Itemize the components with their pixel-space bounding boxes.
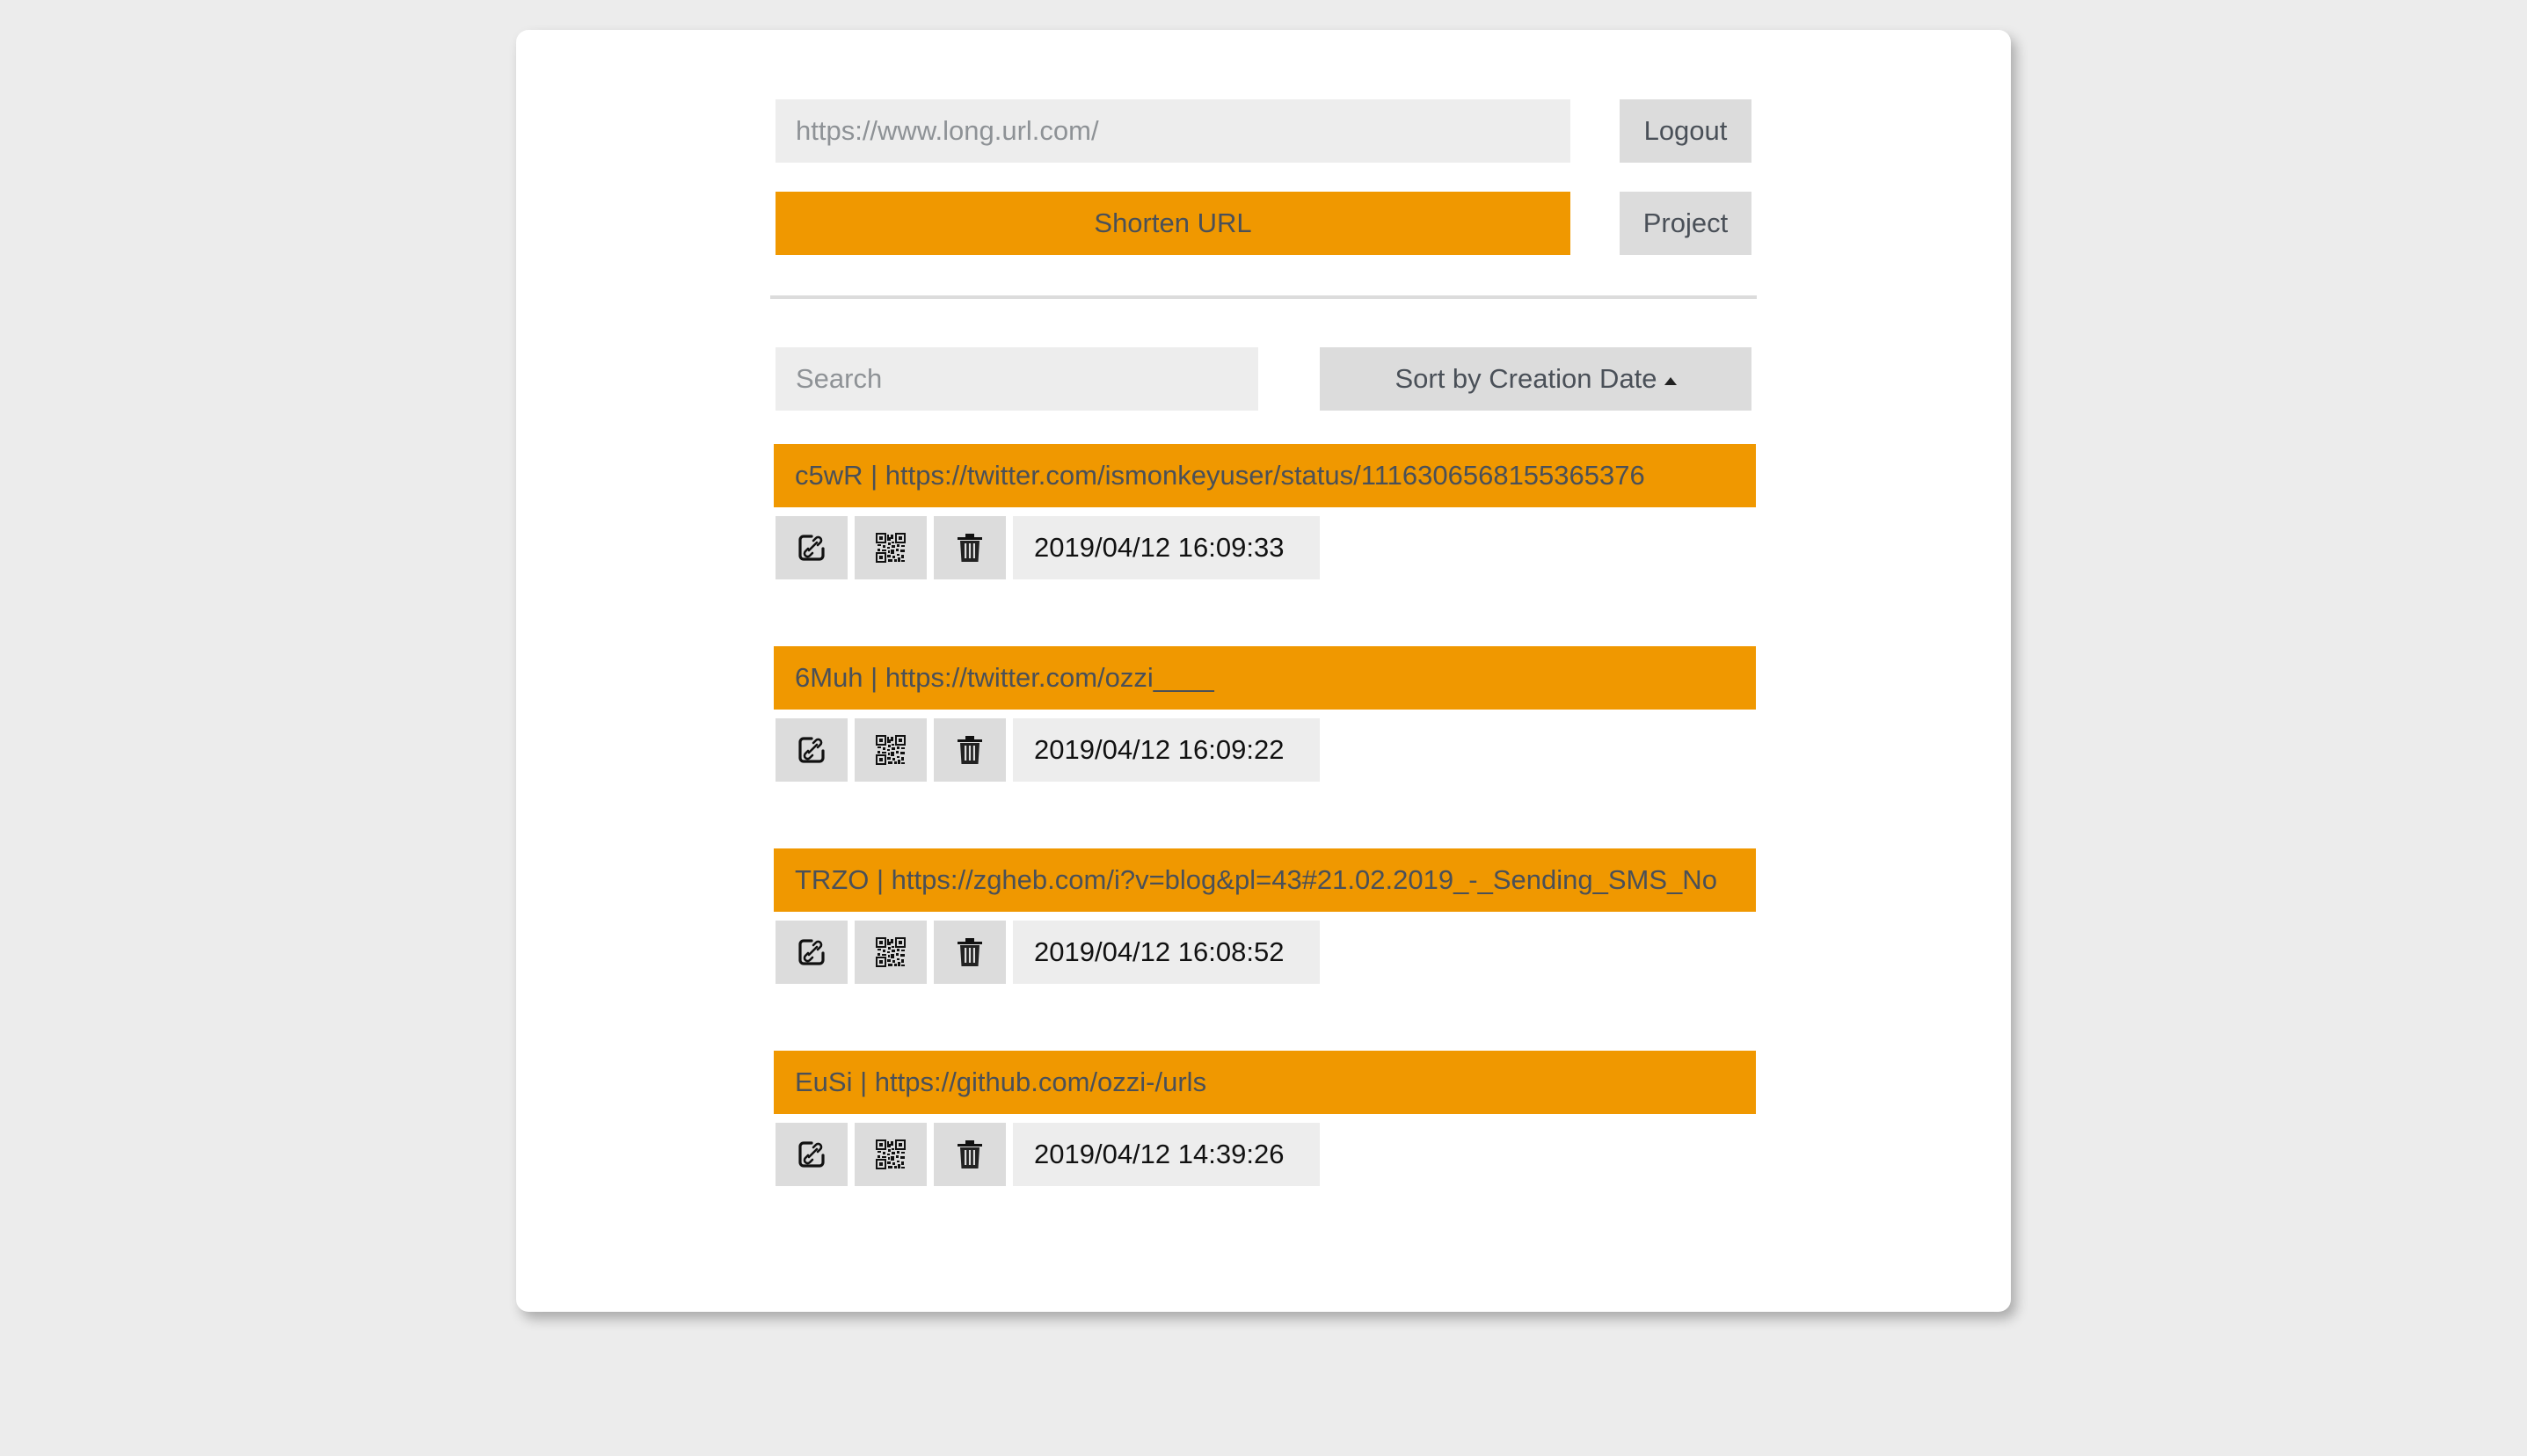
created-date: 2019/04/12 16:09:33 — [1013, 516, 1320, 579]
qr-code-button[interactable] — [855, 516, 927, 579]
edit-link-icon — [798, 737, 825, 763]
sort-button[interactable]: Sort by Creation Date — [1320, 347, 1751, 411]
edit-link-icon — [798, 1141, 825, 1168]
divider — [770, 295, 1757, 299]
trash-icon — [958, 938, 982, 966]
shorten-url-button[interactable]: Shorten URL — [776, 192, 1570, 255]
entry-link[interactable]: c5wR | https://twitter.com/ismonkeyuser/… — [774, 444, 1756, 507]
url-entry: c5wR | https://twitter.com/ismonkeyuser/… — [774, 444, 1756, 580]
edit-link-icon — [798, 939, 825, 965]
qr-code-button[interactable] — [855, 921, 927, 984]
entry-link[interactable]: EuSi | https://github.com/ozzi-/urls — [774, 1051, 1756, 1114]
trash-icon — [958, 1140, 982, 1168]
qr-code-icon — [876, 533, 906, 563]
search-input[interactable] — [776, 347, 1258, 411]
qr-code-icon — [876, 735, 906, 765]
url-entry: 6Muh | https://twitter.com/ozzi____ 2019… — [774, 646, 1756, 783]
edit-button[interactable] — [776, 718, 848, 782]
sort-label: Sort by Creation Date — [1395, 363, 1657, 394]
delete-button[interactable] — [934, 516, 1006, 579]
url-entry: EuSi | https://github.com/ozzi-/urls 201… — [774, 1051, 1756, 1187]
created-date: 2019/04/12 16:09:22 — [1013, 718, 1320, 782]
delete-button[interactable] — [934, 1123, 1006, 1186]
edit-button[interactable] — [776, 1123, 848, 1186]
entry-link[interactable]: 6Muh | https://twitter.com/ozzi____ — [774, 646, 1756, 710]
project-button[interactable]: Project — [1620, 192, 1751, 255]
trash-icon — [958, 736, 982, 764]
edit-button[interactable] — [776, 516, 848, 579]
qr-code-icon — [876, 937, 906, 967]
url-entry: TRZO | https://zgheb.com/i?v=blog&pl=43#… — [774, 848, 1756, 985]
qr-code-icon — [876, 1139, 906, 1169]
delete-button[interactable] — [934, 921, 1006, 984]
entry-link[interactable]: TRZO | https://zgheb.com/i?v=blog&pl=43#… — [774, 848, 1756, 912]
delete-button[interactable] — [934, 718, 1006, 782]
qr-code-button[interactable] — [855, 718, 927, 782]
main-card: Logout Shorten URL Project Sort by Creat… — [516, 30, 2011, 1312]
qr-code-button[interactable] — [855, 1123, 927, 1186]
created-date: 2019/04/12 16:08:52 — [1013, 921, 1320, 984]
long-url-input[interactable] — [776, 99, 1570, 163]
trash-icon — [958, 534, 982, 562]
logout-button[interactable]: Logout — [1620, 99, 1751, 163]
edit-link-icon — [798, 535, 825, 561]
created-date: 2019/04/12 14:39:26 — [1013, 1123, 1320, 1186]
caret-up-icon — [1664, 377, 1677, 385]
edit-button[interactable] — [776, 921, 848, 984]
